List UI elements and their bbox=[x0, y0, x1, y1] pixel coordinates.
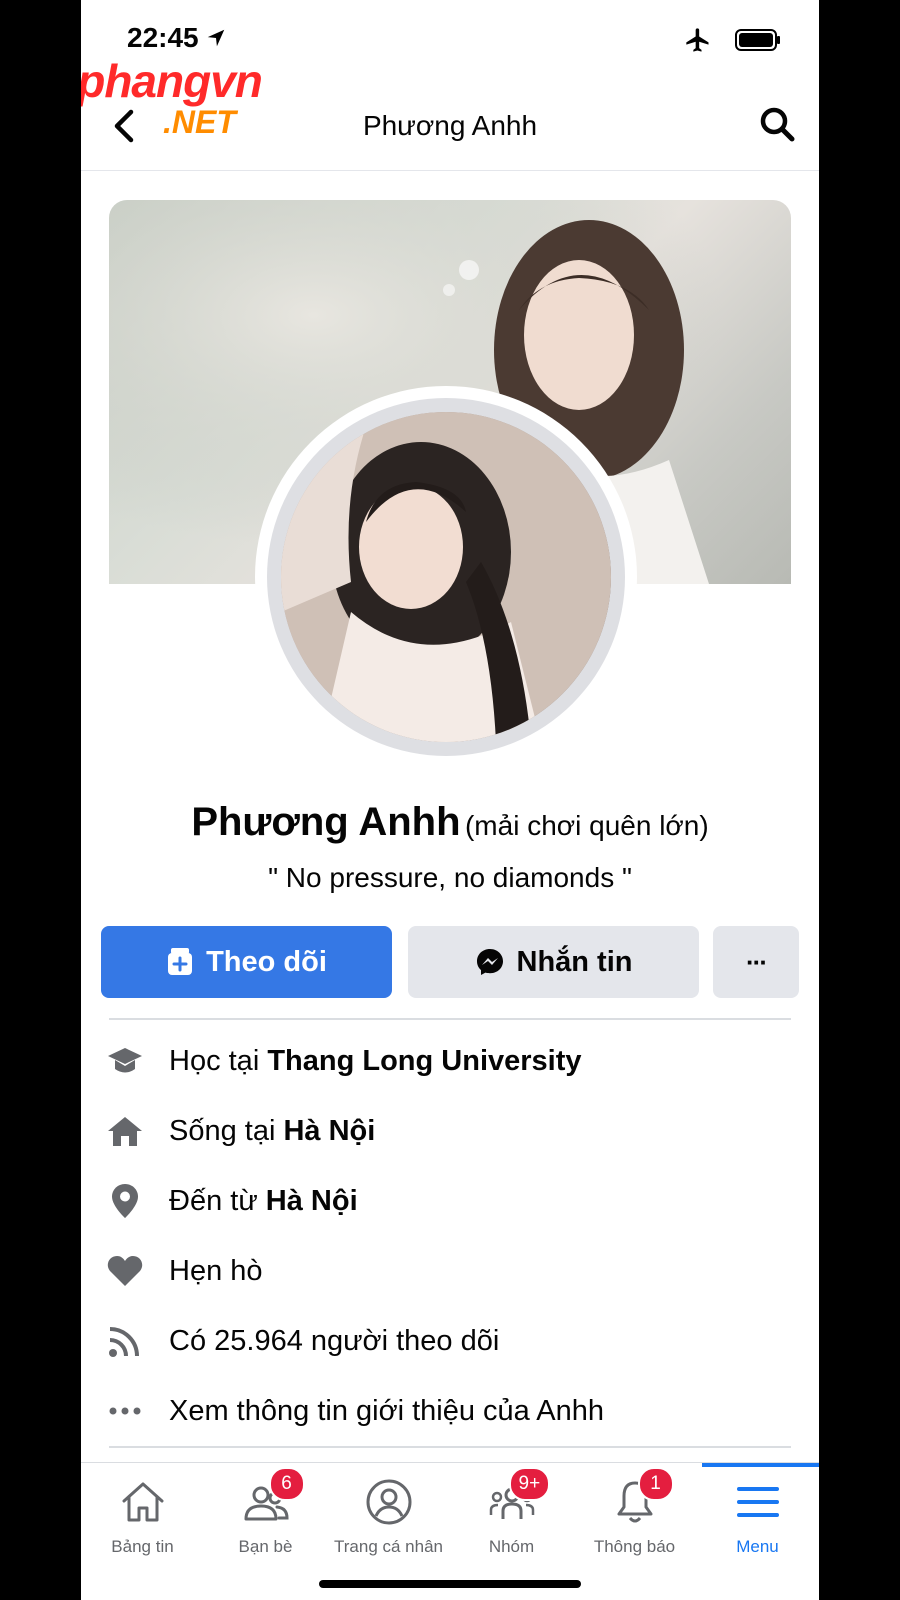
follow-icon bbox=[168, 948, 193, 975]
nav-item-menu[interactable]: Menu bbox=[696, 1477, 819, 1557]
search-button[interactable] bbox=[757, 104, 797, 144]
friends-badge: 6 bbox=[268, 1467, 305, 1501]
house-icon bbox=[105, 1111, 145, 1151]
follow-label: Theo dõi bbox=[206, 945, 327, 978]
intro-from: Đến từ Hà Nội bbox=[105, 1176, 358, 1226]
avatar-photo bbox=[281, 412, 611, 742]
profile-name-row: Phương Anhh (mải chơi quên lớn) bbox=[81, 800, 819, 845]
intro-study-prefix: Học tại bbox=[169, 1044, 268, 1077]
profile-alternate-name: (mải chơi quên lớn) bbox=[464, 810, 709, 841]
intro-lives-value[interactable]: Hà Nội bbox=[283, 1115, 375, 1148]
nav-label-menu: Menu bbox=[736, 1537, 779, 1556]
nav-item-news-feed[interactable]: Bảng tin bbox=[81, 1477, 204, 1557]
intro-followers-text[interactable]: Có 25.964 người theo dõi bbox=[169, 1325, 499, 1358]
more-options-button[interactable]: ··· bbox=[713, 926, 799, 998]
section-divider-bottom bbox=[109, 1446, 791, 1448]
intro-study-value[interactable]: Thang Long University bbox=[267, 1045, 581, 1078]
watermark-main-red: Rp bbox=[81, 55, 105, 107]
nav-label-friends: Bạn bè bbox=[238, 1537, 293, 1556]
profile-name: Phương Anhh bbox=[191, 800, 461, 844]
intro-see-about-text: Xem thông tin giới thiệu của Anhh bbox=[169, 1394, 604, 1427]
home-indicator[interactable] bbox=[319, 1580, 581, 1588]
nav-label-notifications: Thông báo bbox=[593, 1537, 676, 1556]
intro-study: Học tại Thang Long University bbox=[105, 1036, 582, 1086]
profile-avatar[interactable] bbox=[255, 386, 637, 768]
nav-item-groups[interactable]: 9+ Nhóm bbox=[450, 1467, 573, 1557]
watermark-suffix: .NET bbox=[163, 104, 236, 140]
intro-from-value[interactable]: Hà Nội bbox=[266, 1185, 358, 1218]
more-options-icon: ··· bbox=[746, 946, 768, 977]
friends-icon: 6 bbox=[241, 1467, 305, 1527]
rss-feed-icon bbox=[105, 1321, 145, 1361]
watermark-main-rest: hangvn bbox=[104, 55, 263, 107]
airplane-icon bbox=[686, 28, 709, 52]
nav-label-profile: Trang cá nhân bbox=[334, 1537, 443, 1556]
messenger-icon bbox=[476, 949, 503, 975]
intro-lives-prefix: Sống tại bbox=[169, 1114, 284, 1147]
message-label: Nhắn tin bbox=[516, 945, 633, 978]
profile-icon bbox=[364, 1477, 414, 1527]
more-dots-icon bbox=[105, 1391, 145, 1431]
status-time-text: 22:45 bbox=[127, 22, 199, 53]
phone-screen: 22:45 Phương Anhh Rphangvn .NET bbox=[81, 0, 819, 1600]
status-bar-right bbox=[683, 26, 781, 54]
nav-label-news-feed: Bảng tin bbox=[111, 1537, 174, 1556]
nav-active-indicator bbox=[702, 1463, 819, 1467]
section-divider bbox=[109, 1018, 791, 1020]
intro-relationship: Hẹn hò bbox=[105, 1246, 263, 1296]
location-arrow-icon bbox=[207, 29, 224, 47]
status-bar-time: 22:45 bbox=[127, 22, 227, 54]
nav-label-groups: Nhóm bbox=[488, 1537, 535, 1556]
groups-icon: 9+ bbox=[487, 1467, 551, 1527]
intro-see-about[interactable]: Xem thông tin giới thiệu của Anhh bbox=[105, 1386, 604, 1436]
groups-badge: 9+ bbox=[508, 1467, 551, 1501]
intro-followers: Có 25.964 người theo dõi bbox=[105, 1316, 499, 1366]
home-icon bbox=[118, 1477, 168, 1527]
profile-bio: " No pressure, no diamonds " bbox=[268, 862, 632, 893]
nav-item-friends[interactable]: 6 Bạn bè bbox=[204, 1467, 327, 1557]
intro-relationship-text: Hẹn hò bbox=[169, 1254, 263, 1287]
menu-icon bbox=[733, 1477, 783, 1527]
message-button[interactable]: Nhắn tin bbox=[408, 926, 699, 998]
graduation-cap-icon bbox=[105, 1041, 145, 1081]
watermark-logo: Rphangvn .NET bbox=[81, 55, 263, 138]
intro-lives: Sống tại Hà Nội bbox=[105, 1106, 375, 1156]
nav-item-notifications[interactable]: 1 Thông báo bbox=[573, 1467, 696, 1557]
nav-item-profile[interactable]: Trang cá nhân bbox=[327, 1477, 450, 1557]
intro-from-prefix: Đến từ bbox=[169, 1184, 266, 1217]
bell-icon: 1 bbox=[610, 1467, 674, 1527]
battery-icon bbox=[735, 29, 780, 51]
follow-button[interactable]: Theo dõi bbox=[101, 926, 392, 998]
search-icon bbox=[760, 107, 795, 142]
heart-icon bbox=[105, 1251, 145, 1291]
notifications-badge: 1 bbox=[637, 1467, 674, 1501]
location-pin-icon bbox=[105, 1181, 145, 1221]
